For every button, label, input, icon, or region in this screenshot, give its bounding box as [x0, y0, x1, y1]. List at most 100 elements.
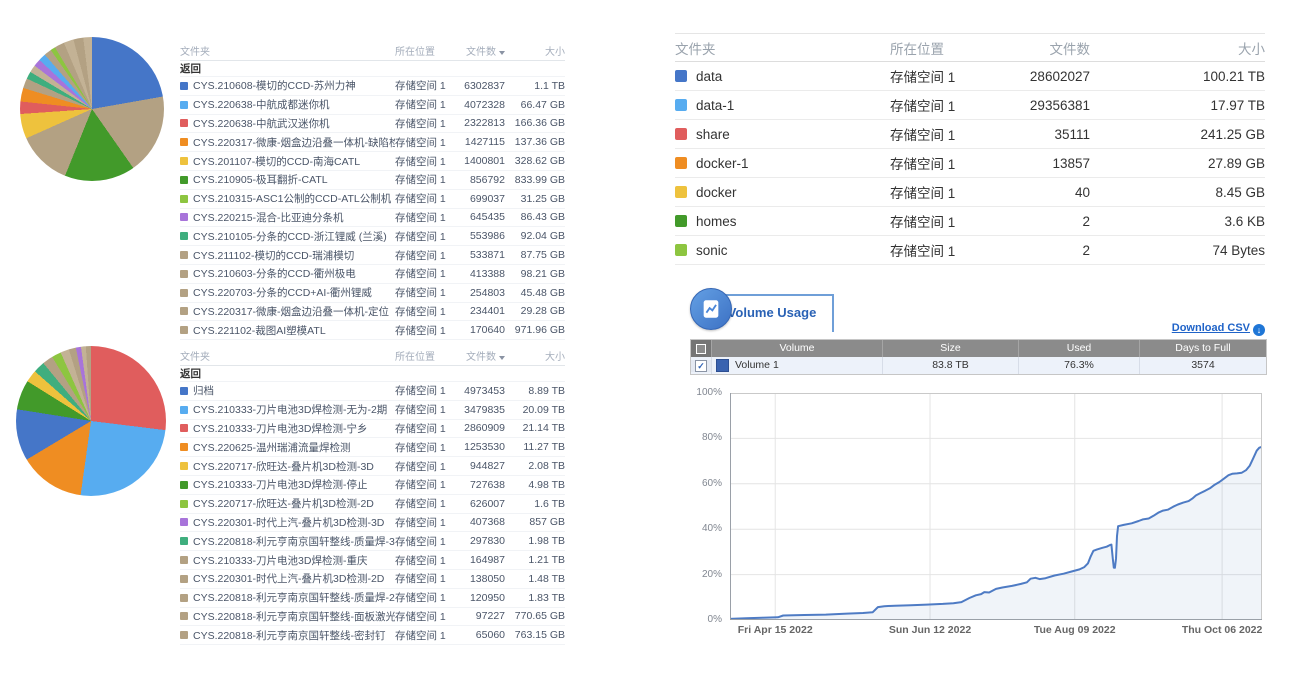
back-row[interactable]: 返回 — [180, 366, 565, 382]
volume-checkbox[interactable]: ✓ — [695, 360, 707, 372]
folder-row[interactable]: CYS.220818-利元亨南京国轩整线-面板激光焊缝-...存储空间 1972… — [180, 608, 565, 627]
folder-file-count: 645435 — [457, 211, 505, 223]
download-csv-link[interactable]: Download CSV↓ — [1140, 322, 1265, 336]
folder-color-swatch — [180, 387, 188, 395]
folder-row[interactable]: docker-1存储空间 11385727.89 GB — [675, 149, 1265, 178]
folder-row[interactable]: CYS.220638-中航成都迷你机存储空间 1407232866.47 GB — [180, 96, 565, 115]
folder-row[interactable]: CYS.220317-微康-烟盒边沿叠一体机-缺陷检测存储空间 11427115… — [180, 133, 565, 152]
folder-row[interactable]: CYS.210603-分条的CCD-衢州极电存储空间 141338898.21 … — [180, 265, 565, 284]
folder-row[interactable]: CYS.220717-欣旺达-叠片机3D检测-2D存储空间 16260071.6… — [180, 495, 565, 514]
folder-row[interactable]: CYS.220215-混合-比亚迪分条机存储空间 164543586.43 GB — [180, 209, 565, 228]
folder-location: 存储空间 1 — [395, 383, 457, 398]
folder-row[interactable]: CYS.210333-刀片电池3D焊检测-宁乡存储空间 1286090921.1… — [180, 420, 565, 439]
folder-size: 1.21 TB — [505, 554, 565, 566]
col-size[interactable]: Size — [882, 340, 1018, 357]
col-location[interactable]: 所在位置 — [890, 38, 1002, 58]
folder-file-count: 35111 — [1002, 127, 1090, 142]
line-chart-page-icon — [700, 298, 722, 320]
col-files[interactable]: 文件数 — [457, 348, 505, 363]
col-files[interactable]: 文件数 — [457, 43, 505, 58]
folder-file-count: 6302837 — [457, 80, 505, 92]
folder-name: CYS.220717-欣旺达-叠片机3D检测-3D — [180, 459, 395, 474]
folder-file-count: 234401 — [457, 305, 505, 317]
folder-row[interactable]: CYS.220818-利元亨南京国轩整线-密封钉存储空间 165060763.1… — [180, 626, 565, 645]
folder-size: 241.25 GB — [1090, 127, 1265, 142]
folder-row[interactable]: CYS.220703-分条的CCD+AI-衢州锂威存储空间 125480345.… — [180, 284, 565, 303]
folder-file-count: 2 — [1002, 243, 1090, 258]
folder-size-pie-chart-2 — [16, 346, 166, 496]
folder-file-count: 297830 — [457, 535, 505, 547]
volume-row[interactable]: ✓ Volume 1 83.8 TB 76.3% 3574 — [691, 357, 1266, 374]
folder-file-count: 1427115 — [457, 136, 505, 148]
volume-color-swatch — [716, 359, 729, 372]
folder-row[interactable]: CYS.220301-时代上汽-叠片机3D检测-2D存储空间 11380501.… — [180, 570, 565, 589]
folder-location: 存储空间 1 — [890, 66, 1002, 86]
col-size[interactable]: 大小 — [505, 43, 565, 58]
folder-row[interactable]: CYS.220638-中航武汉迷你机存储空间 12322813166.36 GB — [180, 115, 565, 134]
volume-used: 76.3% — [1018, 357, 1139, 374]
folder-size: 166.36 GB — [505, 117, 565, 129]
folder-size: 87.75 GB — [505, 249, 565, 261]
storage-analyzer-page: 文件夹所在位置文件数大小返回CYS.210608-模切的CCD-苏州力神存储空间… — [0, 0, 1300, 686]
folder-row[interactable]: data-1存储空间 12935638117.97 TB — [675, 91, 1265, 120]
folder-location: 存储空间 1 — [395, 553, 457, 568]
folder-row[interactable]: CYS.210905-极耳翻折-CATL存储空间 1856792833.99 G… — [180, 171, 565, 190]
folder-row[interactable]: CYS.211102-模切的CCD-瑞浦模切存储空间 153387187.75 … — [180, 246, 565, 265]
folder-row[interactable]: CYS.210333-刀片电池3D焊检测-停止存储空间 17276384.98 … — [180, 476, 565, 495]
folder-color-swatch — [180, 326, 188, 334]
folder-file-count: 29356381 — [1002, 98, 1090, 113]
folder-name: CYS.220638-中航成都迷你机 — [180, 97, 395, 112]
folder-size: 31.25 GB — [505, 193, 565, 205]
col-days-to-full[interactable]: Days to Full — [1139, 340, 1266, 357]
folder-name: CYS.210315-ASC1公制的CCD-ATL公制机 — [180, 191, 395, 206]
folder-name: CYS.220717-欣旺达-叠片机3D检测-2D — [180, 496, 395, 511]
col-folder[interactable]: 文件夹 — [675, 38, 890, 58]
folder-row[interactable]: CYS.220717-欣旺达-叠片机3D检测-3D存储空间 19448272.0… — [180, 457, 565, 476]
folder-row[interactable]: CYS.201107-模切的CCD-南海CATL存储空间 11400801328… — [180, 152, 565, 171]
folder-row[interactable]: CYS.221102-裁图AI塑模ATL存储空间 1170640971.96 G… — [180, 321, 565, 340]
folder-row[interactable]: 归档存储空间 149734538.89 TB — [180, 382, 565, 401]
col-folder[interactable]: 文件夹 — [180, 348, 395, 363]
folder-location: 存储空间 1 — [890, 95, 1002, 115]
folder-name: CYS.210105-分条的CCD-浙江锂威 (兰溪) — [180, 229, 395, 244]
folder-size: 857 GB — [505, 516, 565, 528]
folder-row[interactable]: CYS.220818-利元亨南京国轩整线-质量焊-2D存储空间 11209501… — [180, 589, 565, 608]
folder-row[interactable]: CYS.210315-ASC1公制的CCD-ATL公制机存储空间 1699037… — [180, 190, 565, 209]
back-row[interactable]: 返回 — [180, 61, 565, 77]
col-volume[interactable]: Volume — [711, 340, 882, 357]
folder-color-swatch — [180, 82, 188, 90]
folder-row[interactable]: CYS.220818-利元亨南京国轩整线-质量焊-3D存储空间 12978301… — [180, 532, 565, 551]
folder-color-swatch — [180, 157, 188, 165]
folder-size: 2.08 TB — [505, 460, 565, 472]
folder-row[interactable]: share存储空间 135111241.25 GB — [675, 120, 1265, 149]
col-size[interactable]: 大小 — [505, 348, 565, 363]
folder-row[interactable]: CYS.210333-刀片电池3D焊检测-无为-2期存储空间 134798352… — [180, 401, 565, 420]
folder-row[interactable]: CYS.210608-模切的CCD-苏州力神存储空间 163028371.1 T… — [180, 77, 565, 96]
folder-row[interactable]: CYS.220301-时代上汽-叠片机3D检测-3D存储空间 140736885… — [180, 514, 565, 533]
folder-color-swatch — [180, 631, 188, 639]
folder-row[interactable]: CYS.220625-温州瑞浦流量焊检测存储空间 1125353011.27 T… — [180, 438, 565, 457]
folder-row[interactable]: homes存储空间 123.6 KB — [675, 207, 1265, 236]
folder-name: share — [675, 127, 890, 142]
select-all-checkbox[interactable] — [691, 340, 711, 357]
volume-size: 83.8 TB — [882, 357, 1018, 374]
folder-row[interactable]: docker存储空间 1408.45 GB — [675, 178, 1265, 207]
folder-file-count: 3479835 — [457, 404, 505, 416]
folder-row[interactable]: CYS.210105-分条的CCD-浙江锂威 (兰溪)存储空间 15539869… — [180, 227, 565, 246]
col-files[interactable]: 文件数 — [1002, 38, 1090, 58]
folder-row[interactable]: CYS.220317-微康-烟盒边沿叠一体机-定位存储空间 123440129.… — [180, 303, 565, 322]
folder-size: 100.21 TB — [1090, 69, 1265, 84]
folder-name: CYS.220638-中航武汉迷你机 — [180, 116, 395, 131]
folder-row[interactable]: CYS.210333-刀片电池3D焊检测-重庆存储空间 11649871.21 … — [180, 551, 565, 570]
col-location[interactable]: 所在位置 — [395, 348, 457, 363]
folder-size: 3.6 KB — [1090, 214, 1265, 229]
folder-file-count: 2 — [1002, 214, 1090, 229]
folder-row[interactable]: sonic存储空间 1274 Bytes — [675, 236, 1265, 265]
col-location[interactable]: 所在位置 — [395, 43, 457, 58]
col-folder[interactable]: 文件夹 — [180, 43, 395, 58]
folder-location: 存储空间 1 — [395, 477, 457, 492]
folder-row[interactable]: data存储空间 128602027100.21 TB — [675, 62, 1265, 91]
y-axis-label: 100% — [696, 387, 722, 398]
col-used[interactable]: Used — [1018, 340, 1139, 357]
col-size[interactable]: 大小 — [1090, 38, 1265, 58]
